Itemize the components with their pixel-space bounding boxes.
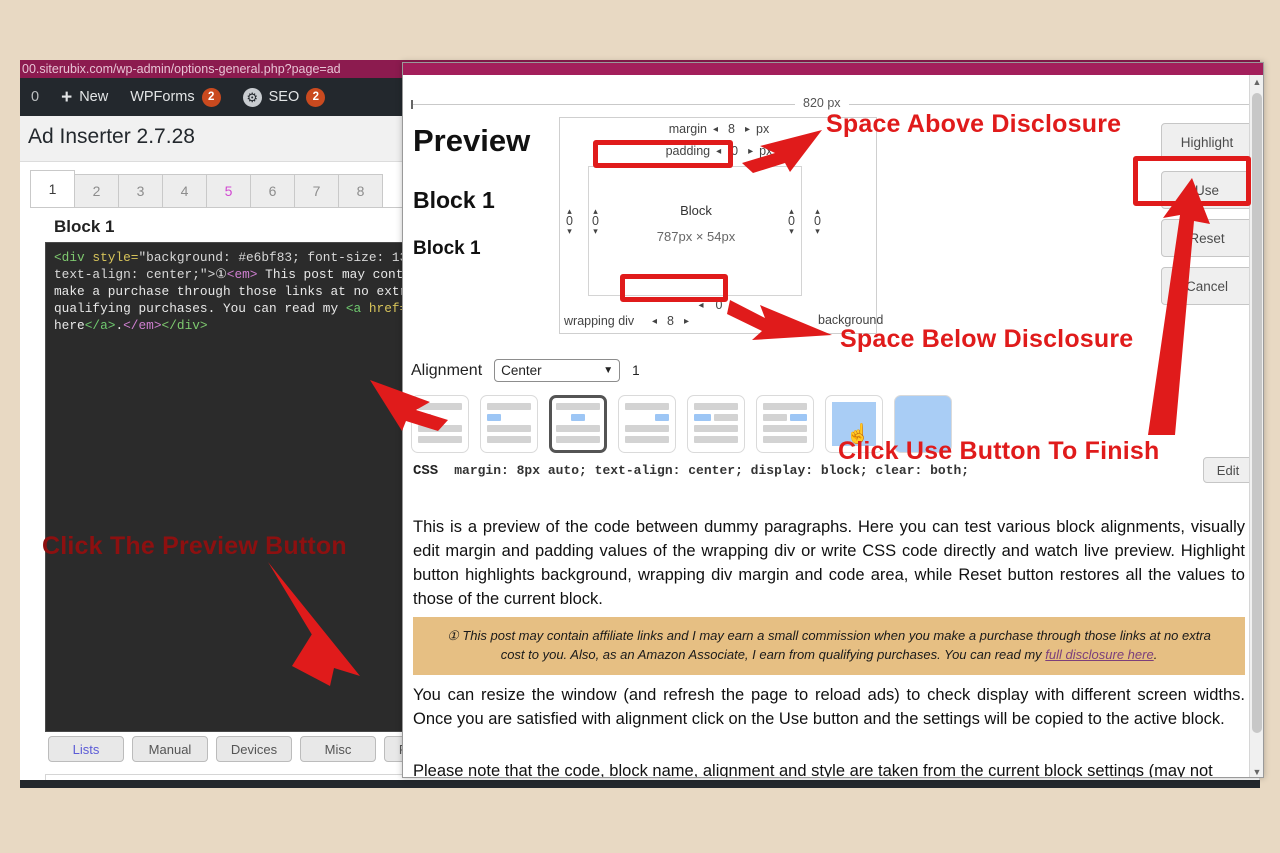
- box-model-block-dimensions: 787px × 54px: [656, 229, 736, 244]
- chevron-down-icon: ▼: [603, 365, 614, 376]
- block-tab-6[interactable]: 6: [250, 174, 295, 207]
- scroll-up-icon[interactable]: ▲: [1250, 75, 1263, 89]
- preview-paragraph-1: This is a preview of the code between du…: [413, 518, 1245, 608]
- ruler-width-label: 820 px: [795, 96, 849, 110]
- block-tab-3[interactable]: 3: [118, 174, 163, 207]
- settings-tab-bar: Lists Manual Devices Misc Preview: [48, 736, 460, 762]
- block-tab-1[interactable]: 1: [30, 170, 75, 207]
- block-name-label: Block 1: [54, 217, 115, 236]
- ruler-tick-left: [411, 100, 413, 109]
- block-tab-7[interactable]: 7: [294, 174, 339, 207]
- wpforms-badge: 2: [201, 87, 221, 107]
- margin-unit: px: [756, 122, 770, 136]
- alignment-row: Alignment Center ▼ 1: [411, 359, 640, 382]
- annotation-space-below: Space Below Disclosure: [840, 325, 1134, 353]
- alignment-index: 1: [632, 363, 640, 378]
- alignment-label: Alignment: [411, 361, 483, 379]
- left-outer-value[interactable]: 0: [566, 215, 573, 228]
- disclosure-text-after: .: [1153, 647, 1158, 662]
- admin-bar-site-icon[interactable]: 0: [20, 78, 50, 116]
- annotation-space-above: Space Above Disclosure: [826, 110, 1122, 138]
- left-outer-spinner[interactable]: ▴ 0 ▾: [566, 206, 573, 236]
- admin-bar-seo-label: SEO: [268, 89, 300, 105]
- edit-button[interactable]: Edit: [1203, 457, 1253, 483]
- margin-value[interactable]: 8: [724, 122, 739, 136]
- window-bottom-strip: [20, 780, 1260, 788]
- padding-increase-icon[interactable]: ▸: [748, 146, 753, 157]
- preview-block-subheading: Block 1: [413, 238, 481, 259]
- wrapping-div-decrease-icon[interactable]: ◂: [652, 316, 657, 327]
- cancel-button[interactable]: Cancel: [1161, 267, 1253, 305]
- affiliate-disclosure-box: ① This post may contain affiliate links …: [413, 617, 1245, 675]
- admin-bar-seo[interactable]: ⚙ SEO 2: [232, 78, 337, 116]
- left-outer-down-icon[interactable]: ▾: [567, 226, 572, 236]
- admin-bar-wpforms[interactable]: WPForms 2: [119, 78, 231, 116]
- right-outer-value[interactable]: 0: [814, 215, 821, 228]
- alignment-option-float-left[interactable]: [687, 395, 745, 453]
- wrapping-div-increase-icon[interactable]: ▸: [684, 316, 689, 327]
- tab-lists[interactable]: Lists: [48, 736, 124, 762]
- highlight-box-use-button: [1133, 156, 1251, 206]
- padding-unit: px: [759, 144, 773, 158]
- modal-top-accent: [403, 63, 1263, 75]
- alignment-select[interactable]: Center ▼: [494, 359, 621, 382]
- modal-side-buttons: Highlight Use Reset Cancel: [1161, 123, 1253, 315]
- margin-label: margin: [668, 122, 707, 136]
- right-outer-spinner[interactable]: ▴ 0 ▾: [814, 206, 821, 236]
- admin-bar-new-button[interactable]: + New: [50, 78, 119, 116]
- wrapping-div-control: ◂ 8 ▸: [652, 314, 689, 328]
- admin-bar-wpforms-label: WPForms: [130, 89, 195, 105]
- alignment-option-float-right[interactable]: [756, 395, 814, 453]
- disclosure-marker: ①: [447, 628, 459, 643]
- block-tab-8[interactable]: 8: [338, 174, 383, 207]
- full-disclosure-link[interactable]: full disclosure here: [1045, 647, 1153, 662]
- preview-paragraph-2: You can resize the window (and refresh t…: [413, 686, 1245, 728]
- preview-block-heading: Block 1: [413, 187, 495, 213]
- margin-increase-icon[interactable]: ▸: [745, 124, 750, 135]
- wrapping-div-label: wrapping div: [564, 314, 635, 328]
- modal-scrollbar-thumb[interactable]: [1252, 93, 1262, 733]
- tab-devices[interactable]: Devices: [216, 736, 292, 762]
- block-tab-5[interactable]: 5: [206, 174, 251, 207]
- right-outer-down-icon[interactable]: ▾: [815, 226, 820, 236]
- box-model-block-label: Block: [680, 203, 712, 218]
- block-tab-4[interactable]: 4: [162, 174, 207, 207]
- tab-misc[interactable]: Misc: [300, 736, 376, 762]
- wrapping-div-value[interactable]: 8: [663, 314, 678, 328]
- tab-manual[interactable]: Manual: [132, 736, 208, 762]
- annotation-click-use: Click Use Button To Finish: [838, 437, 1160, 465]
- css-label: CSS: [413, 463, 439, 479]
- margin-decrease-icon[interactable]: ◂: [713, 124, 718, 135]
- reset-button[interactable]: Reset: [1161, 219, 1253, 257]
- annotation-click-preview: Click The Preview Button: [42, 532, 347, 560]
- alignment-option-right[interactable]: [618, 395, 676, 453]
- modal-scrollbar[interactable]: ▲ ▼: [1249, 75, 1263, 777]
- highlight-box-bottom-margin: [620, 274, 728, 302]
- preview-paragraph-3: Please note that the code, block name, a…: [413, 762, 1213, 778]
- alignment-selected-value: Center: [501, 363, 542, 378]
- scroll-down-icon[interactable]: ▼: [1250, 765, 1263, 777]
- plus-icon: +: [61, 86, 73, 108]
- alignment-option-left[interactable]: [480, 395, 538, 453]
- seo-badge: 2: [306, 87, 326, 107]
- alignment-option-center[interactable]: [549, 395, 607, 453]
- alignment-option-default[interactable]: [411, 395, 469, 453]
- bottom-increase-icon[interactable]: ▸: [735, 300, 740, 311]
- highlight-box-padding: [593, 140, 733, 168]
- admin-bar-new-label: New: [79, 89, 109, 105]
- block-tab-2[interactable]: 2: [74, 174, 119, 207]
- preview-heading: Preview: [413, 123, 531, 158]
- gear-icon: ⚙: [242, 87, 262, 107]
